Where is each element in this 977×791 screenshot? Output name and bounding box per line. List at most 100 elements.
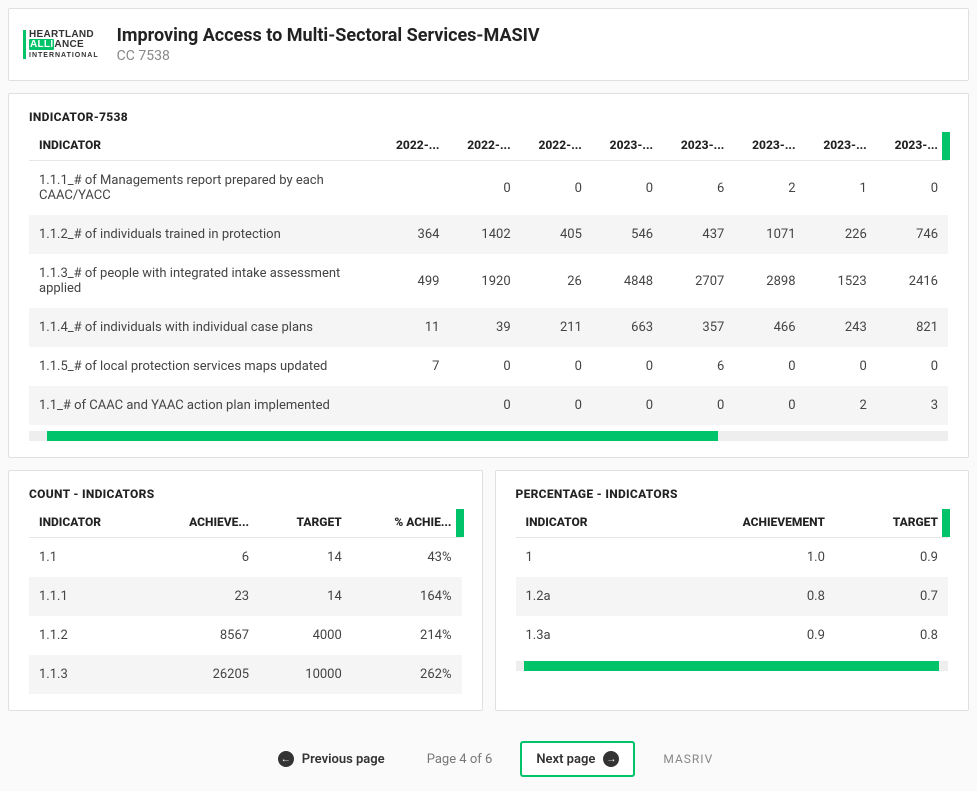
value-cell: 364 [378, 215, 449, 254]
col-2023-5[interactable]: 2023-... [877, 130, 948, 161]
target-cell: 0.9 [835, 538, 948, 578]
pagination-footer: ← Previous page Page 4 of 6 Next page → … [8, 723, 969, 783]
vertical-scrollbar[interactable] [942, 132, 950, 160]
indicator-cell: 1.1.3 [29, 655, 146, 694]
main-indicator-table: INDICATOR 2022-... 2022-... 2022-... 202… [29, 130, 948, 425]
col-indicator[interactable]: INDICATOR [29, 130, 378, 161]
table-row[interactable]: 1.1_# of CAAC and YAAC action plan imple… [29, 386, 948, 425]
col-2023-3[interactable]: 2023-... [734, 130, 805, 161]
previous-page-button[interactable]: ← Previous page [264, 743, 399, 775]
value-cell: 0 [521, 161, 592, 216]
value-cell: 0 [521, 347, 592, 386]
horizontal-scrollbar[interactable] [516, 661, 949, 671]
vertical-scrollbar[interactable] [456, 509, 464, 537]
indicator-cell: 1.1 [29, 538, 146, 578]
value-cell [378, 386, 449, 425]
value-cell: 546 [592, 215, 663, 254]
value-cell: 0 [877, 347, 948, 386]
table-row[interactable]: 1.3a0.90.8 [516, 616, 949, 655]
header-text: Improving Access to Multi-Sectoral Servi… [117, 25, 540, 64]
value-cell: 466 [734, 308, 805, 347]
value-cell: 1071 [734, 215, 805, 254]
value-cell: 2707 [663, 254, 734, 308]
value-cell: 11 [378, 308, 449, 347]
percent-col-target[interactable]: TARGET [835, 507, 948, 538]
value-cell: 243 [806, 308, 877, 347]
count-indicator-table: INDICATOR ACHIEVE... TARGET % ACHIE... 1… [29, 507, 462, 694]
indicator-cell: 1.1_# of CAAC and YAAC action plan imple… [29, 386, 378, 425]
value-cell: 0 [806, 347, 877, 386]
table-row[interactable]: 1.1.5_# of local protection services map… [29, 347, 948, 386]
table-row[interactable]: 1.1.1_# of Managements report prepared b… [29, 161, 948, 216]
main-table-card: INDICATOR-7538 INDICATOR 2022-... 2022-.… [8, 93, 969, 458]
count-table-title: COUNT - INDICATORS [29, 487, 462, 501]
table-row[interactable]: 1.1.285674000214% [29, 616, 462, 655]
value-cell: 0 [592, 386, 663, 425]
table-row[interactable]: 1.1.12314164% [29, 577, 462, 616]
achievement-cell: 0.8 [658, 577, 835, 616]
value-cell: 663 [592, 308, 663, 347]
pct-cell: 43% [352, 538, 462, 578]
value-cell: 1523 [806, 254, 877, 308]
indicator-cell: 1.3a [516, 616, 658, 655]
col-2022-3[interactable]: 2022-... [521, 130, 592, 161]
target-cell: 14 [259, 577, 352, 616]
percent-table-card: PERCENTAGE - INDICATORS INDICATOR ACHIEV… [495, 470, 970, 711]
value-cell: 2 [734, 161, 805, 216]
indicator-cell: 1.1.1_# of Managements report prepared b… [29, 161, 378, 216]
percent-col-achievement[interactable]: ACHIEVEMENT [658, 507, 835, 538]
main-table-header-row: INDICATOR 2022-... 2022-... 2022-... 202… [29, 130, 948, 161]
value-cell: 0 [734, 386, 805, 425]
table-row[interactable]: 1.1.3_# of people with integrated intake… [29, 254, 948, 308]
col-2023-2[interactable]: 2023-... [663, 130, 734, 161]
percent-table-title: PERCENTAGE - INDICATORS [516, 487, 949, 501]
table-row[interactable]: 1.2a0.80.7 [516, 577, 949, 616]
indicator-cell: 1.1.2 [29, 616, 146, 655]
percent-col-indicator[interactable]: INDICATOR [516, 507, 658, 538]
col-2022-1[interactable]: 2022-... [378, 130, 449, 161]
pct-cell: 214% [352, 616, 462, 655]
logo-line2: ALLIANCE [29, 40, 99, 50]
value-cell: 3 [877, 386, 948, 425]
value-cell: 6 [663, 347, 734, 386]
count-table-card: COUNT - INDICATORS INDICATOR ACHIEVE... … [8, 470, 483, 711]
horizontal-scrollbar-thumb[interactable] [524, 661, 939, 671]
count-col-pct[interactable]: % ACHIE... [352, 507, 462, 538]
next-page-button[interactable]: Next page → [520, 741, 635, 777]
indicator-cell: 1.1.1 [29, 577, 146, 616]
achievement-cell: 0.9 [658, 616, 835, 655]
main-table-title: INDICATOR-7538 [29, 110, 948, 124]
count-col-achieve[interactable]: ACHIEVE... [146, 507, 260, 538]
page-title: Improving Access to Multi-Sectoral Servi… [117, 25, 540, 46]
col-2023-1[interactable]: 2023-... [592, 130, 663, 161]
value-cell: 821 [877, 308, 948, 347]
indicator-cell: 1 [516, 538, 658, 578]
value-cell: 0 [877, 161, 948, 216]
count-header-row: INDICATOR ACHIEVE... TARGET % ACHIE... [29, 507, 462, 538]
value-cell: 2 [806, 386, 877, 425]
value-cell: 226 [806, 215, 877, 254]
col-2023-4[interactable]: 2023-... [806, 130, 877, 161]
horizontal-scrollbar[interactable] [29, 431, 948, 441]
table-row[interactable]: 1.1.32620510000262% [29, 655, 462, 694]
count-col-indicator[interactable]: INDICATOR [29, 507, 146, 538]
table-row[interactable]: 1.1.2_# of individuals trained in protec… [29, 215, 948, 254]
value-cell: 0 [521, 386, 592, 425]
value-cell: 2416 [877, 254, 948, 308]
horizontal-scrollbar-thumb[interactable] [47, 431, 718, 441]
table-row[interactable]: 1.161443% [29, 538, 462, 578]
count-col-target[interactable]: TARGET [259, 507, 352, 538]
table-row[interactable]: 11.00.9 [516, 538, 949, 578]
vertical-scrollbar[interactable] [942, 509, 950, 537]
achievement-cell: 26205 [146, 655, 260, 694]
indicator-cell: 1.1.3_# of people with integrated intake… [29, 254, 378, 308]
target-cell: 0.8 [835, 616, 948, 655]
target-cell: 0.7 [835, 577, 948, 616]
value-cell: 437 [663, 215, 734, 254]
value-cell: 0 [592, 347, 663, 386]
pct-cell: 262% [352, 655, 462, 694]
value-cell: 1920 [449, 254, 520, 308]
indicator-cell: 1.1.4_# of individuals with individual c… [29, 308, 378, 347]
table-row[interactable]: 1.1.4_# of individuals with individual c… [29, 308, 948, 347]
col-2022-2[interactable]: 2022-... [449, 130, 520, 161]
